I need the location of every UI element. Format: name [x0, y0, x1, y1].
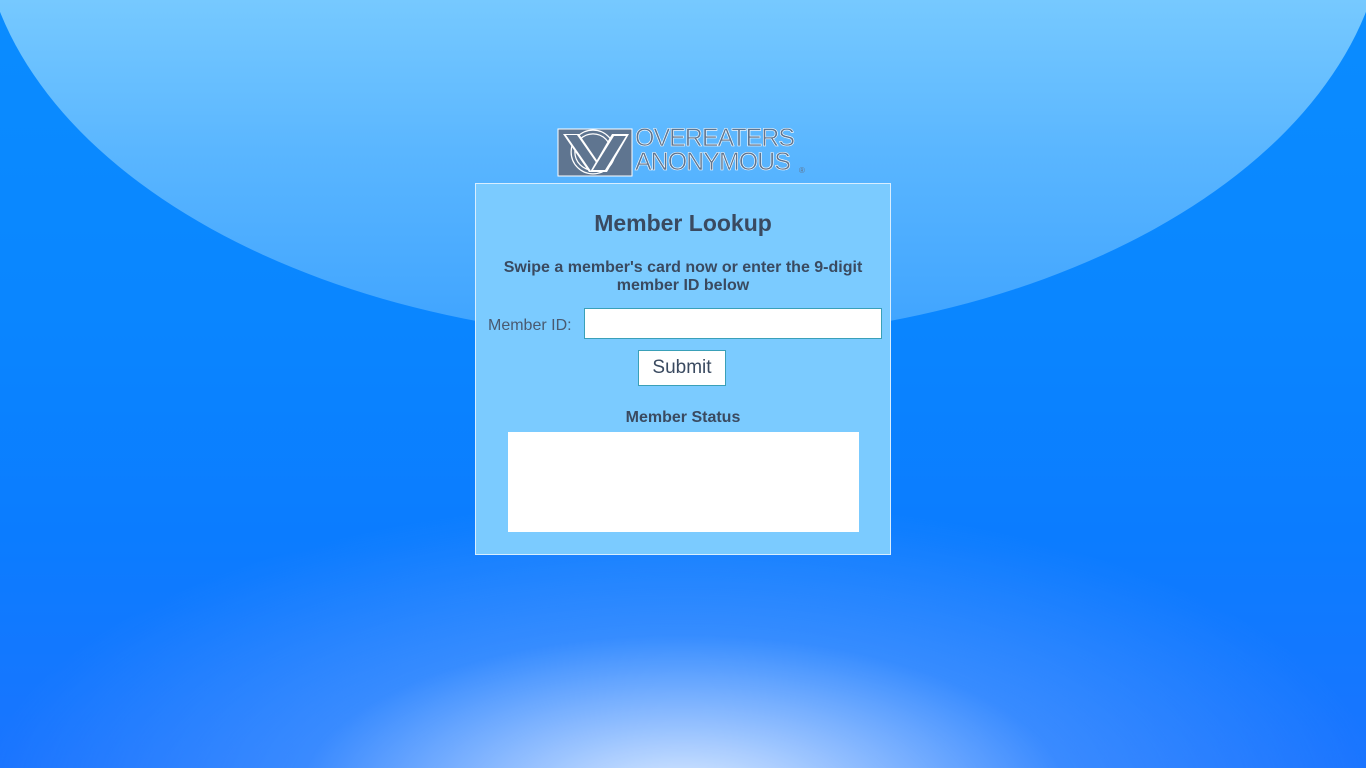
logo-wordmark: OVEREATERS ANONYMOUS	[635, 124, 796, 176]
member-status-box	[508, 432, 859, 532]
logo-line-2: ANONYMOUS	[635, 148, 792, 176]
member-id-label: Member ID:	[488, 317, 572, 334]
member-id-input[interactable]	[584, 308, 882, 339]
logo-line-1: OVEREATERS	[635, 124, 796, 152]
member-status-label: Member Status	[625, 409, 741, 426]
submit-button[interactable]: Submit	[638, 350, 726, 386]
member-lookup-panel: Member Lookup Swipe a member's card now …	[475, 183, 891, 555]
page-title: Member Lookup	[594, 210, 772, 236]
oa-logo: OVEREATERS ANONYMOUS ®	[557, 124, 809, 178]
registered-mark: ®	[799, 166, 805, 175]
instructions-text: Swipe a member's card now or enter the 9…	[503, 259, 863, 294]
